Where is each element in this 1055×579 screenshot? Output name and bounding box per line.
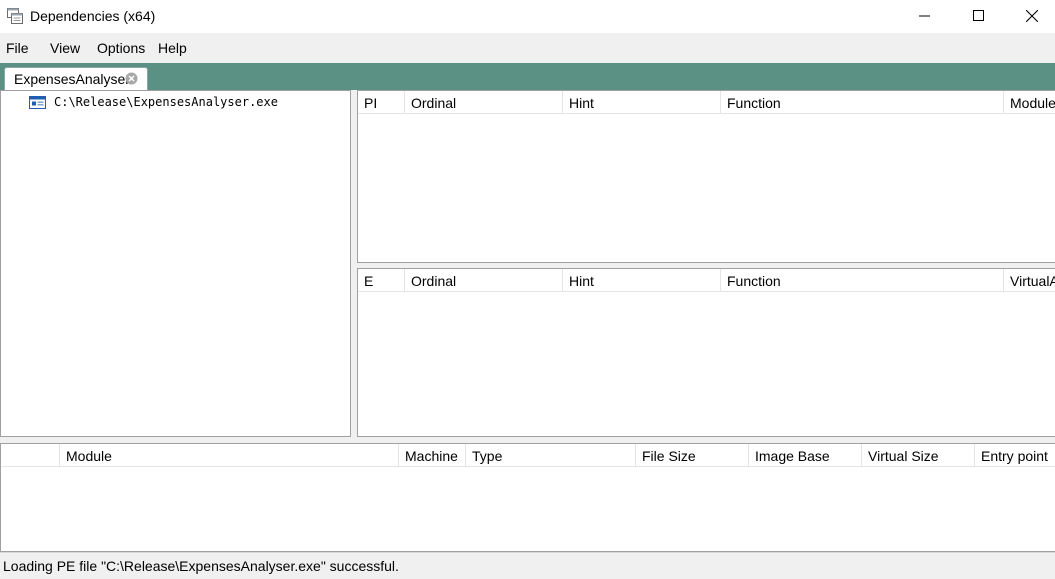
- maximize-button[interactable]: [956, 0, 1002, 33]
- status-bar: Loading PE file "C:\Release\ExpensesAnal…: [0, 552, 1055, 579]
- menu-bar: File View Options Help: [0, 33, 1055, 63]
- close-window-button[interactable]: [1009, 0, 1055, 33]
- column-header-module[interactable]: Module: [60, 444, 399, 466]
- column-header-module[interactable]: Module: [1004, 91, 1055, 113]
- document-tab-strip: ExpensesAnalyser: [0, 63, 1055, 90]
- app-window-icon: [7, 8, 23, 24]
- status-text: Loading PE file "C:\Release\ExpensesAnal…: [3, 558, 399, 574]
- column-header-file-size[interactable]: File Size: [636, 444, 749, 466]
- tab-close-icon[interactable]: [125, 72, 138, 85]
- column-header-type[interactable]: Type: [466, 444, 636, 466]
- title-bar[interactable]: Dependencies (x64): [0, 0, 1055, 33]
- column-header-icon[interactable]: [1, 444, 60, 466]
- column-header-ordinal[interactable]: Ordinal: [405, 269, 563, 291]
- column-header-pi[interactable]: PI: [358, 91, 405, 113]
- column-header-machine[interactable]: Machine: [399, 444, 466, 466]
- executable-icon: [29, 96, 46, 109]
- menu-options[interactable]: Options: [97, 40, 145, 56]
- column-header-image-base[interactable]: Image Base: [749, 444, 862, 466]
- column-header-virtual-size[interactable]: Virtual Size: [862, 444, 975, 466]
- menu-file[interactable]: File: [6, 40, 29, 56]
- column-header-virtual-address[interactable]: VirtualA: [1004, 269, 1055, 291]
- modules-header-row: Module Machine Type File Size Image Base…: [1, 444, 1055, 467]
- close-icon: [1026, 10, 1038, 22]
- menu-help[interactable]: Help: [158, 40, 187, 56]
- module-tree-pane[interactable]: C:\Release\ExpensesAnalyser.exe: [0, 90, 351, 437]
- maximize-icon: [973, 10, 984, 21]
- column-header-hint[interactable]: Hint: [563, 269, 721, 291]
- menu-view[interactable]: View: [50, 40, 80, 56]
- exports-header-row: E Ordinal Hint Function VirtualA: [358, 269, 1055, 292]
- column-header-function[interactable]: Function: [721, 91, 1004, 113]
- exports-table[interactable]: E Ordinal Hint Function VirtualA: [357, 268, 1055, 437]
- column-header-entry-point[interactable]: Entry point: [975, 444, 1055, 466]
- tree-node-label: C:\Release\ExpensesAnalyser.exe: [54, 95, 278, 109]
- imports-header-row: PI Ordinal Hint Function Module: [358, 91, 1055, 114]
- column-header-hint[interactable]: Hint: [563, 91, 721, 113]
- column-header-e[interactable]: E: [358, 269, 405, 291]
- imports-table[interactable]: PI Ordinal Hint Function Module: [357, 90, 1055, 263]
- column-header-ordinal[interactable]: Ordinal: [405, 91, 563, 113]
- minimize-button[interactable]: [902, 0, 948, 33]
- tab-label: ExpensesAnalyser: [14, 71, 130, 87]
- window-title: Dependencies (x64): [30, 8, 156, 24]
- modules-table[interactable]: Module Machine Type File Size Image Base…: [0, 443, 1055, 552]
- minimize-icon: [919, 15, 930, 17]
- tab-expenses-analyser[interactable]: ExpensesAnalyser: [4, 67, 148, 90]
- column-header-function[interactable]: Function: [721, 269, 1004, 291]
